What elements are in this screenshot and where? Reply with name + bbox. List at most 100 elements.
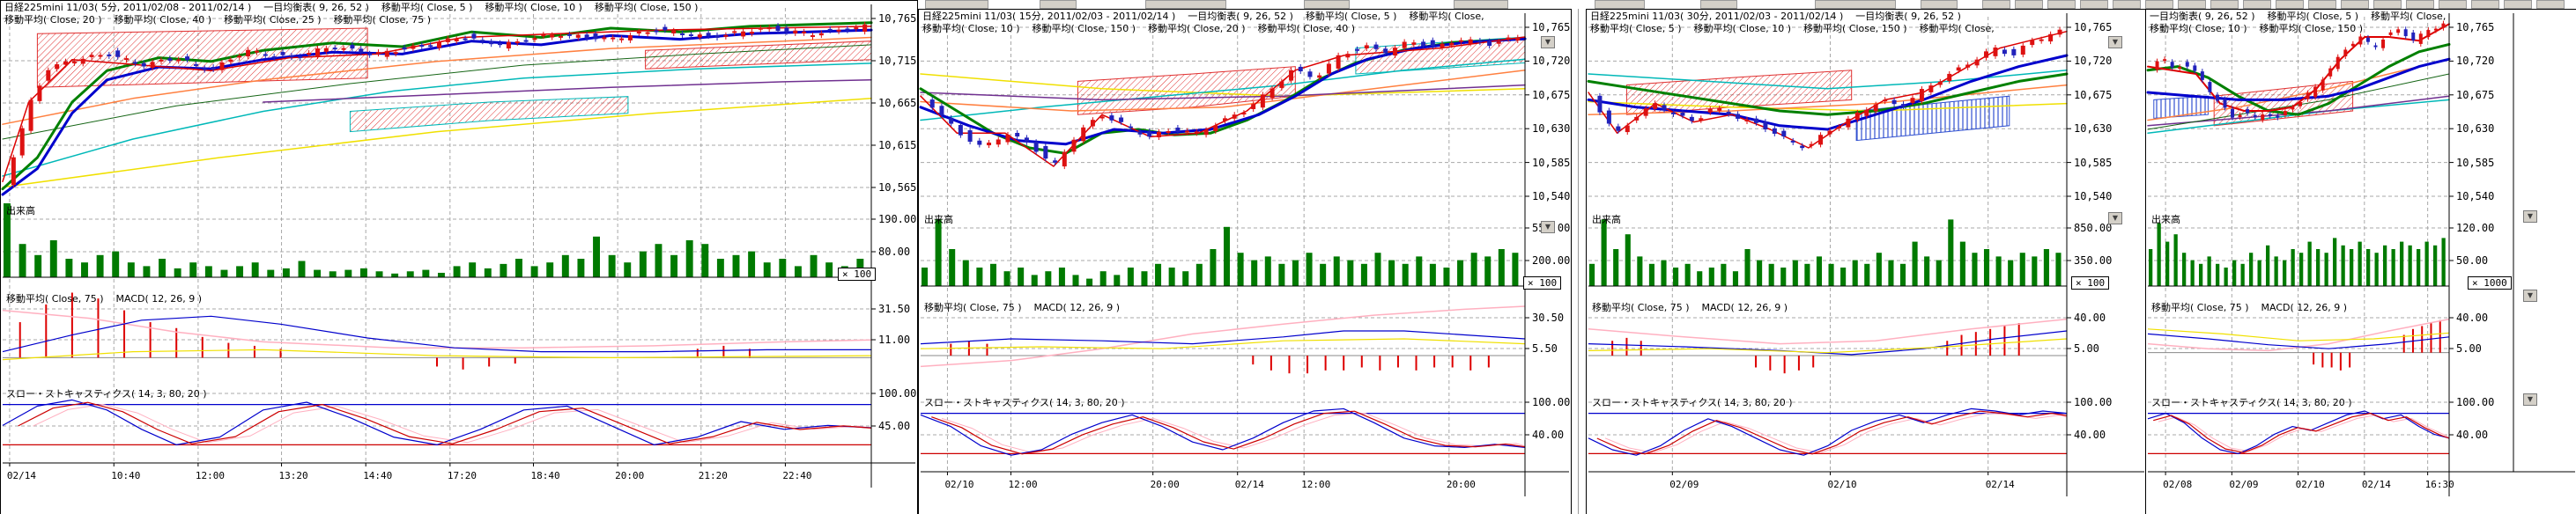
axis-label-stochastics: 40.00 bbox=[2074, 429, 2106, 441]
axis-label-stochastics: 100.00 bbox=[2456, 396, 2494, 408]
chart-panel-nikkei225mini-30min: 日経225mini 11/03( 30分, 2011/02/03 - 2011/… bbox=[1586, 9, 2147, 514]
panel-divider bbox=[1578, 9, 1579, 514]
background-toolbar-button[interactable] bbox=[2504, 0, 2532, 9]
macd-section-label: 移動平均( Close, 75 ) MACD( 12, 26, 9 ) bbox=[2151, 300, 2347, 314]
time-axis-label: 02/09 bbox=[2229, 479, 2258, 490]
macd-section-label: 移動平均( Close, 75 ) MACD( 12, 26, 9 ) bbox=[924, 300, 1120, 314]
background-toolbar-button[interactable] bbox=[2080, 0, 2108, 9]
dropdown-arrow-icon[interactable]: ▼ bbox=[2523, 290, 2537, 302]
background-window-fragment bbox=[1304, 0, 1350, 9]
axis-label-price: 10,565 bbox=[878, 181, 916, 194]
background-toolbar-button[interactable] bbox=[2178, 0, 2206, 9]
time-axis-label: 02/10 bbox=[1828, 479, 1857, 490]
macd-section-label: 移動平均( Close, 75 ) MACD( 12, 26, 9 ) bbox=[1592, 300, 1788, 314]
axis-label-volume: 50.00 bbox=[2456, 254, 2488, 267]
background-toolbar-button[interactable] bbox=[2210, 0, 2239, 9]
axis-label-price: 10,720 bbox=[1532, 55, 1570, 67]
time-axis-label: 02/14 bbox=[7, 470, 36, 481]
time-axis-label: 18:40 bbox=[530, 470, 559, 481]
background-toolbar-button[interactable] bbox=[2406, 0, 2434, 9]
background-toolbar-button[interactable] bbox=[2145, 0, 2173, 9]
background-toolbar-button[interactable] bbox=[2341, 0, 2369, 9]
chart-canvas bbox=[1, 1, 917, 514]
time-axis-label: 02/08 bbox=[2163, 479, 2192, 490]
background-window-fragment bbox=[925, 0, 988, 9]
axis-label-volume: 200.00 bbox=[1532, 254, 1570, 267]
volume-section-label: 出来高 bbox=[2151, 212, 2180, 226]
time-axis-label: 02/14 bbox=[1986, 479, 2015, 490]
chart-panel-nikkei225mini-15min: 日経225mini 11/03( 15分, 2011/02/03 - 2011/… bbox=[918, 9, 1572, 514]
axis-label-price: 10,630 bbox=[2074, 122, 2112, 135]
axis-label-price: 10,585 bbox=[2456, 157, 2494, 169]
axis-label-price: 10,540 bbox=[1532, 190, 1570, 202]
background-window-fragment bbox=[1454, 0, 1508, 9]
axis-label-price: 10,615 bbox=[878, 139, 916, 151]
stochastics-section-label: スロー・ストキャスティクス( 14, 3, 80, 20 ) bbox=[2151, 395, 2352, 409]
background-window-fragment bbox=[1040, 0, 1077, 9]
axis-label-stochastics: 45.00 bbox=[878, 420, 910, 432]
axis-label-price: 10,675 bbox=[1532, 89, 1570, 101]
background-toolbar-button[interactable] bbox=[2373, 0, 2402, 9]
background-toolbar-button[interactable] bbox=[2308, 0, 2336, 9]
volume-scale-badge: × 100 bbox=[2071, 276, 2109, 290]
background-window-fragment bbox=[1700, 0, 1737, 9]
chart-canvas bbox=[919, 10, 1571, 514]
chart-canvas bbox=[1587, 10, 2146, 514]
time-axis-label: 10:40 bbox=[111, 470, 140, 481]
chart-header-line1: 日経225mini 11/03( 30分, 2011/02/03 - 2011/… bbox=[1590, 11, 2143, 23]
macd-section-label: 移動平均( Close, 75 ) MACD( 12, 26, 9 ) bbox=[6, 291, 202, 305]
background-toolbar-button[interactable] bbox=[2113, 0, 2141, 9]
chart-header-line1: 一目均衡表( 9, 26, 52 ) 移動平均( Close, 5 ) 移動平均… bbox=[2150, 11, 2573, 23]
time-axis-label: 20:00 bbox=[1447, 479, 1476, 490]
axis-label-macd: 31.50 bbox=[878, 303, 910, 315]
axis-label-stochastics: 40.00 bbox=[1532, 429, 1564, 441]
axis-label-price: 10,585 bbox=[2074, 157, 2112, 169]
time-axis-label: 20:00 bbox=[615, 470, 644, 481]
axis-label-price: 10,715 bbox=[878, 55, 916, 67]
time-axis-label: 02/10 bbox=[944, 479, 973, 490]
background-toolbar-button[interactable] bbox=[2439, 0, 2467, 9]
volume-scale-badge: × 100 bbox=[838, 268, 876, 281]
dropdown-arrow-icon[interactable]: ▼ bbox=[2108, 212, 2122, 224]
background-toolbar-button[interactable] bbox=[1982, 0, 2010, 9]
time-axis-label: 12:00 bbox=[1301, 479, 1330, 490]
chart-header-line2: 移動平均( Close, 10 ) 移動平均( Close, 150 ) bbox=[2150, 23, 2573, 35]
chart-header-line1: 日経225mini 11/03( 15分, 2011/02/03 - 2011/… bbox=[922, 11, 1567, 23]
time-axis-label: 21:20 bbox=[699, 470, 728, 481]
axis-label-price: 10,720 bbox=[2456, 55, 2494, 67]
dropdown-arrow-icon[interactable]: ▼ bbox=[1541, 221, 1555, 233]
dropdown-arrow-icon[interactable]: ▼ bbox=[1541, 36, 1555, 48]
background-window-fragment bbox=[1145, 0, 1226, 9]
chart-panel-nikkei225mini-5min: 日経225mini 11/03( 5分, 2011/02/08 - 2011/0… bbox=[0, 0, 918, 514]
dropdown-arrow-icon[interactable]: ▼ bbox=[2523, 393, 2537, 406]
background-toolbar-button[interactable] bbox=[2276, 0, 2304, 9]
axis-label-price: 10,665 bbox=[878, 97, 916, 109]
time-axis-label: 16:30 bbox=[2425, 479, 2454, 490]
background-toolbar-button[interactable] bbox=[2243, 0, 2271, 9]
time-axis-label: 12:00 bbox=[196, 470, 225, 481]
chart-canvas bbox=[2146, 10, 2576, 514]
time-axis-label: 02/14 bbox=[1235, 479, 1264, 490]
time-axis-label: 02/10 bbox=[2296, 479, 2325, 490]
background-toolbar-button[interactable] bbox=[2047, 0, 2076, 9]
axis-label-price: 10,585 bbox=[1532, 157, 1570, 169]
time-axis-label: 02/14 bbox=[2362, 479, 2391, 490]
background-toolbar-button[interactable] bbox=[2015, 0, 2043, 9]
stochastics-section-label: スロー・ストキャスティクス( 14, 3, 80, 20 ) bbox=[1592, 395, 1793, 409]
dropdown-arrow-icon[interactable]: ▼ bbox=[2108, 36, 2122, 48]
dropdown-arrow-icon[interactable]: ▼ bbox=[2523, 210, 2537, 223]
axis-label-price: 10,675 bbox=[2074, 89, 2112, 101]
axis-label-price: 10,720 bbox=[2074, 55, 2112, 67]
volume-scale-badge: × 100 bbox=[1523, 276, 1561, 290]
background-toolbar-button[interactable] bbox=[2471, 0, 2499, 9]
background-toolbar-button[interactable] bbox=[2536, 0, 2565, 9]
chart-header-line2: 移動平均( Close, 10 ) 移動平均( Close, 150 ) 移動平… bbox=[922, 23, 1567, 35]
axis-label-stochastics: 40.00 bbox=[2456, 429, 2488, 441]
chart-panel-nikkei225mini-60min: 一目均衡表( 9, 26, 52 ) 移動平均( Close, 5 ) 移動平均… bbox=[2145, 9, 2576, 514]
time-axis-label: 12:00 bbox=[1008, 479, 1037, 490]
axis-label-volume: 190.00 bbox=[878, 213, 916, 225]
axis-label-volume: 350.00 bbox=[2074, 254, 2112, 267]
axis-label-stochastics: 100.00 bbox=[1532, 396, 1570, 408]
axis-label-macd: 11.00 bbox=[878, 334, 910, 346]
stochastics-section-label: スロー・ストキャスティクス( 14, 3, 80, 20 ) bbox=[6, 386, 207, 400]
